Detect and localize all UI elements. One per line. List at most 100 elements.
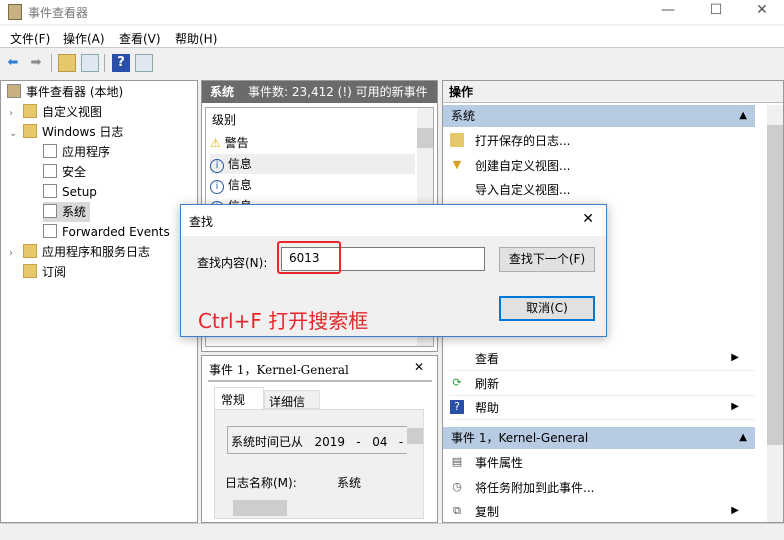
find-next-button[interactable]: 查找下一个(F) [499, 247, 595, 272]
menu-file[interactable]: 文件(F) [10, 30, 50, 47]
menu-action[interactable]: 操作(A) [63, 30, 105, 47]
divider [208, 380, 432, 382]
section-system[interactable]: 系统 ▲ [443, 105, 755, 127]
chevron-right-icon[interactable]: › [9, 104, 23, 124]
tree-label: Setup [62, 185, 97, 199]
folder-icon [23, 244, 37, 258]
find-label: 查找内容(N): [197, 256, 268, 270]
action-item[interactable]: ▤ 事件属性 [443, 451, 763, 475]
submenu-arrow-icon: ▶ [731, 505, 739, 516]
log-icon [43, 164, 57, 178]
action-label: 查看 [475, 352, 500, 366]
maximize-button[interactable]: ☐ [701, 2, 731, 18]
action-item[interactable]: 打开保存的日志... [443, 129, 763, 153]
detail-title: 事件 1，Kernel-General [209, 363, 349, 377]
action-label: 复制 [475, 505, 500, 519]
event-row[interactable]: ⚠ 警告 [210, 133, 415, 153]
tree-item[interactable]: › 自定义视图 [9, 102, 102, 122]
column-header-level[interactable]: 级别 [212, 111, 236, 128]
toolbar: ⬅ ➡ ? [0, 50, 784, 76]
log-icon [43, 184, 57, 198]
filter-icon: ▼ [452, 157, 462, 171]
show-hide-action-icon[interactable] [135, 54, 153, 72]
tree-item[interactable]: 安全 [43, 162, 86, 182]
action-label: 帮助 [475, 401, 500, 415]
event-viewer-icon [7, 84, 21, 98]
annotation-text: Ctrl+F 打开搜索框 [198, 309, 369, 333]
tree-item[interactable]: 系统 [43, 202, 91, 222]
tree-label: 订阅 [42, 265, 67, 279]
tree-label: 事件查看器 (本地) [26, 85, 124, 99]
tree-item[interactable]: 订阅 [9, 262, 66, 282]
tree-item[interactable]: Forwarded Events [43, 222, 170, 242]
action-label: 刷新 [475, 376, 500, 391]
tree-label: 系统 [62, 205, 87, 219]
level-label: 警告 [224, 136, 249, 150]
tree-item[interactable]: 应用程序 [43, 142, 110, 162]
help-icon[interactable]: ? [112, 54, 130, 72]
menu-view[interactable]: 查看(V) [119, 30, 161, 47]
action-item[interactable]: ▼ 创建自定义视图... [443, 154, 763, 178]
section-title: 事件 1，Kernel-General [451, 431, 589, 445]
horizontal-scrollbar[interactable] [215, 500, 409, 518]
event-detail-pane: 事件 1，Kernel-General ✕ 常规 详细信息 系统时间已从 201… [201, 355, 438, 523]
tree-item[interactable]: Setup [43, 182, 97, 202]
tree-item[interactable]: ⌄ Windows 日志 [9, 122, 123, 142]
event-row[interactable]: i 信息 [210, 154, 415, 174]
vertical-scrollbar[interactable] [767, 105, 783, 522]
level-label: 信息 [227, 178, 252, 192]
general-tab-content: 系统时间已从 2019 - 04 - 日志名称(M): 系统 [214, 409, 424, 519]
chevron-right-icon[interactable]: › [9, 244, 23, 264]
action-item[interactable]: ⟳ 刷新 [443, 372, 763, 396]
action-item[interactable]: ◷ 将任务附加到此事件... [443, 476, 763, 500]
tree-root[interactable]: 事件查看器 (本地) [7, 82, 123, 102]
action-item[interactable]: ? 帮助 ▶ [443, 396, 763, 420]
description-field[interactable]: 系统时间已从 2019 - 04 - [227, 426, 407, 454]
show-hide-tree-icon[interactable] [81, 54, 99, 72]
collapse-icon[interactable]: ▲ [739, 427, 747, 449]
help-icon: ? [450, 400, 464, 414]
folder-icon [23, 264, 37, 278]
event-row[interactable]: i 信息 [210, 175, 415, 195]
info-icon: i [210, 180, 224, 194]
event-viewer-icon [8, 4, 22, 20]
menu-help[interactable]: 帮助(H) [175, 30, 217, 47]
scroll-thumb[interactable] [767, 125, 783, 445]
close-button[interactable]: ✕ [747, 2, 777, 18]
tab-details[interactable]: 详细信息 [264, 390, 320, 426]
tree-label: 自定义视图 [42, 105, 103, 119]
actions-header: 操作 [443, 81, 783, 103]
log-icon [43, 204, 57, 218]
action-label: 事件属性 [475, 456, 524, 470]
toolbar-separator [104, 54, 105, 72]
minimize-button[interactable]: — [653, 2, 683, 18]
tree-label: 安全 [62, 165, 87, 179]
submenu-arrow-icon: ▶ [731, 352, 739, 363]
action-item[interactable]: 导入自定义视图... [443, 178, 763, 202]
cancel-button[interactable]: 取消(C) [499, 296, 595, 321]
back-icon[interactable]: ⬅ [4, 54, 22, 72]
vertical-scrollbar[interactable] [407, 410, 423, 495]
properties-icon: ▤ [451, 455, 463, 468]
toolbar-separator [51, 54, 52, 72]
action-item[interactable]: ⧉ 复制 ▶ [443, 500, 763, 524]
section-title: 系统 [451, 109, 476, 123]
level-label: 信息 [227, 157, 252, 171]
info-icon: i [210, 159, 224, 173]
dialog-close-button[interactable]: ✕ [582, 211, 594, 227]
forward-icon[interactable]: ➡ [27, 54, 45, 72]
tree-item[interactable]: › 应用程序和服务日志 [9, 242, 150, 262]
folder-icon [23, 104, 37, 118]
collapse-icon[interactable]: ▲ [739, 105, 747, 127]
chevron-down-icon[interactable]: ⌄ [9, 124, 23, 144]
close-detail-button[interactable]: ✕ [414, 360, 424, 374]
action-item[interactable]: 查看 ▶ [443, 347, 763, 371]
scroll-thumb[interactable] [417, 128, 433, 148]
open-folder-icon [450, 133, 464, 147]
log-header: 系统 事件数: 23,412 (!) 可用的新事件 [202, 81, 437, 103]
section-event[interactable]: 事件 1，Kernel-General ▲ [443, 427, 755, 449]
tab-general[interactable]: 常规 [214, 387, 264, 409]
action-label: 打开保存的日志... [475, 134, 571, 148]
up-folder-icon[interactable] [58, 54, 76, 72]
log-name: 系统 [210, 85, 235, 99]
